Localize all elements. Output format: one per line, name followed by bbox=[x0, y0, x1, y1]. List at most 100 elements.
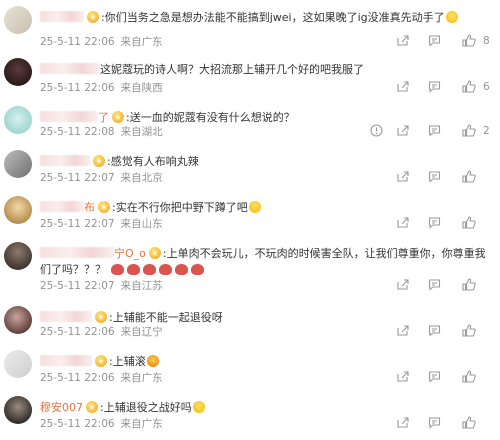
star-badge-icon bbox=[95, 311, 107, 323]
reply-icon[interactable] bbox=[428, 124, 441, 138]
avatar[interactable] bbox=[4, 350, 32, 378]
comment-meta: 25-5-11 22:06 来自广东 bbox=[40, 34, 163, 49]
share-icon[interactable] bbox=[396, 278, 409, 292]
comment-item: :上辅能不能一起退役呀 25-5-11 22:06 来自辽宁 bbox=[0, 306, 500, 346]
avatar[interactable] bbox=[4, 396, 32, 424]
star-badge-icon bbox=[148, 247, 161, 259]
reply-icon[interactable] bbox=[428, 278, 441, 292]
avatar[interactable] bbox=[4, 106, 32, 134]
avatar[interactable] bbox=[4, 150, 32, 178]
comment-item: 这妮蔻玩的诗人啊？大招流那上辅开几个好的吧我服了 25-5-11 22:06 来自… bbox=[0, 58, 500, 98]
comment-text: :实在不行你把中野下蹲了吧 bbox=[112, 201, 248, 214]
comment-time: 25-5-11 22:06 bbox=[40, 36, 115, 48]
emoji-icon bbox=[146, 355, 159, 367]
emoji-icon bbox=[142, 264, 156, 275]
comment-time: 25-5-11 22:06 bbox=[40, 82, 115, 94]
emoji-icon bbox=[110, 264, 124, 275]
thumbs-up-icon[interactable]: 6 bbox=[462, 80, 500, 94]
share-icon[interactable] bbox=[396, 170, 409, 184]
share-icon[interactable] bbox=[396, 370, 409, 384]
reply-icon[interactable] bbox=[428, 324, 441, 338]
thumbs-up-icon[interactable] bbox=[462, 170, 500, 184]
avatar[interactable] bbox=[4, 196, 32, 224]
username[interactable]: 穆安007 bbox=[40, 401, 83, 414]
avatar[interactable] bbox=[4, 306, 32, 334]
comment-location: 来自广东 bbox=[120, 372, 163, 384]
thumbs-up-icon[interactable] bbox=[462, 416, 500, 430]
avatar[interactable] bbox=[4, 242, 32, 270]
reply-icon[interactable] bbox=[428, 370, 441, 384]
share-icon[interactable] bbox=[396, 34, 409, 48]
share-icon[interactable] bbox=[396, 416, 409, 430]
comment-location: 来自北京 bbox=[120, 172, 163, 184]
username-blurred[interactable] bbox=[40, 155, 90, 166]
reply-icon[interactable] bbox=[428, 170, 441, 184]
emoji-icon bbox=[248, 201, 261, 213]
comment-text: :送一血的妮蔻有没有什么想说的？ bbox=[126, 111, 295, 124]
thumbs-up-icon[interactable]: 8 bbox=[462, 34, 500, 48]
thumbs-up-icon[interactable] bbox=[462, 324, 500, 338]
comment-meta: 25-5-11 22:06 来自广东 bbox=[40, 416, 163, 431]
comment-actions: 8 bbox=[360, 34, 500, 48]
username-blurred[interactable] bbox=[40, 11, 84, 22]
comment-item: 了:送一血的妮蔻有没有什么想说的？ 25-5-11 22:08 来自湖北 2 bbox=[0, 106, 500, 146]
username[interactable]: 宁O_o bbox=[114, 247, 146, 260]
reply-icon[interactable] bbox=[428, 416, 441, 430]
thumbs-up-icon[interactable] bbox=[462, 216, 500, 230]
like-count: 8 bbox=[483, 35, 490, 47]
reply-icon[interactable] bbox=[428, 216, 441, 230]
comment-content: 这妮蔻玩的诗人啊？大招流那上辅开几个好的吧我服了 bbox=[40, 62, 496, 78]
comment-location: 来自陕西 bbox=[120, 82, 163, 94]
comment-actions bbox=[360, 170, 500, 184]
username[interactable]: 了 bbox=[98, 111, 109, 124]
username[interactable]: 布 bbox=[84, 201, 95, 214]
emoji-icon bbox=[445, 11, 458, 23]
avatar[interactable] bbox=[4, 58, 32, 86]
username-blurred[interactable] bbox=[40, 111, 98, 122]
username-blurred[interactable] bbox=[40, 63, 100, 74]
reply-icon[interactable] bbox=[428, 80, 441, 94]
star-badge-icon bbox=[87, 11, 99, 23]
thumbs-up-icon[interactable]: 2 bbox=[462, 124, 500, 138]
comment-location: 来自广东 bbox=[120, 36, 163, 48]
comment-meta: 25-5-11 22:07 来自江苏 bbox=[40, 278, 163, 293]
comment-actions bbox=[360, 278, 500, 292]
emoji-icon bbox=[158, 264, 172, 275]
comment-time: 25-5-11 22:06 bbox=[40, 372, 115, 384]
emoji-icon bbox=[190, 264, 204, 275]
comment-location: 来自山东 bbox=[120, 218, 163, 230]
comment-time: 25-5-11 22:07 bbox=[40, 172, 115, 184]
thumbs-up-icon[interactable] bbox=[462, 370, 500, 384]
username-blurred[interactable] bbox=[40, 311, 92, 322]
comment-actions bbox=[360, 416, 500, 430]
comment-item: :上辅滚 25-5-11 22:06 来自广东 bbox=[0, 350, 500, 390]
comment-actions bbox=[360, 370, 500, 384]
username-blurred[interactable] bbox=[40, 247, 114, 258]
comment-text: :感觉有人布响丸辣 bbox=[107, 155, 199, 168]
comment-content: 宁O_o:上单肉不会玩儿，不玩肉的时候害全队，让我们尊重你，你尊重我们了吗？？？ bbox=[40, 246, 490, 278]
reply-icon[interactable] bbox=[428, 34, 441, 48]
emoji-icon bbox=[174, 264, 188, 275]
avatar[interactable] bbox=[4, 6, 32, 34]
comment-text: :你们当务之急是想办法能不能搞到jwei，这如果晚了ig没准真先动手了 bbox=[101, 11, 445, 24]
comment-item: 布:实在不行你把中野下蹲了吧 25-5-11 22:07 来自山东 bbox=[0, 196, 500, 236]
share-icon[interactable] bbox=[396, 216, 409, 230]
comment-location: 来自广东 bbox=[120, 418, 163, 430]
share-icon[interactable] bbox=[396, 80, 409, 94]
comment-time: 25-5-11 22:06 bbox=[40, 418, 115, 430]
username-blurred[interactable] bbox=[40, 355, 92, 366]
comment-actions bbox=[360, 324, 500, 338]
comment-text: 这妮蔻玩的诗人啊？大招流那上辅开几个好的吧我服了 bbox=[100, 63, 364, 76]
report-icon[interactable] bbox=[370, 124, 383, 138]
comment-item: 宁O_o:上单肉不会玩儿，不玩肉的时候害全队，让我们尊重你，你尊重我们了吗？？？… bbox=[0, 242, 500, 298]
emoji-icon bbox=[126, 264, 140, 275]
share-icon[interactable] bbox=[396, 124, 409, 138]
username-blurred[interactable] bbox=[40, 201, 84, 212]
emoji-icon bbox=[192, 401, 205, 413]
star-badge-icon bbox=[112, 111, 124, 123]
comment-list: :你们当务之急是想办法能不能搞到jwei，这如果晚了ig没准真先动手了 25-5… bbox=[0, 0, 500, 440]
comment-meta: 25-5-11 22:06 来自陕西 bbox=[40, 80, 163, 95]
thumbs-up-icon[interactable] bbox=[462, 278, 500, 292]
share-icon[interactable] bbox=[396, 324, 409, 338]
star-badge-icon bbox=[86, 401, 98, 413]
